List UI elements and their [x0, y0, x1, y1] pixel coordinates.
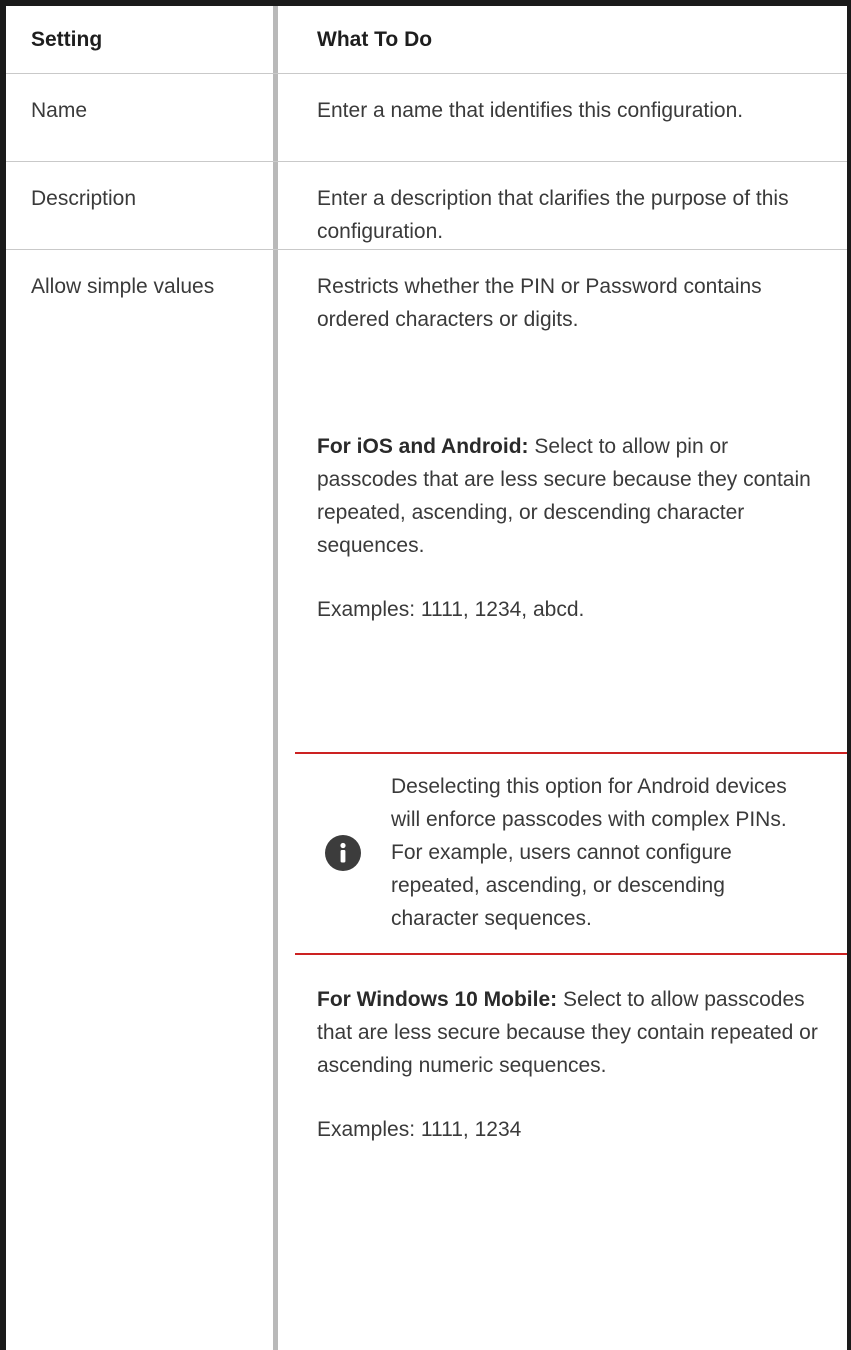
setting-allow-simple-values-description: Restricts whether the PIN or Password co…	[278, 250, 847, 1350]
allow-simple-values-intro: Restricts whether the PIN or Password co…	[317, 275, 762, 331]
ios-android-label: For iOS and Android:	[317, 435, 529, 458]
note-text: Deselecting this option for Android devi…	[391, 775, 787, 930]
setting-name-label: Name	[6, 74, 278, 161]
table-header-row: Setting What To Do	[6, 0, 847, 74]
setting-description-description: Enter a description that clarifies the p…	[317, 187, 789, 243]
windows-label: For Windows 10 Mobile:	[317, 988, 558, 1011]
setting-name-description: Enter a name that identifies this config…	[317, 99, 744, 122]
table-row: Name Enter a name that identifies this c…	[6, 74, 847, 162]
settings-table: Setting What To Do Name Enter a name tha…	[0, 0, 851, 1350]
setting-description-label: Description	[6, 162, 278, 249]
windows-paragraph: For Windows 10 Mobile: Select to allow p…	[317, 983, 825, 1082]
table-row: Allow simple values Restricts whether th…	[6, 250, 847, 1350]
info-icon	[325, 834, 361, 871]
ios-android-paragraph: For iOS and Android: Select to allow pin…	[317, 430, 825, 562]
examples-ios-android: Examples: 1111, 1234, abcd.	[317, 598, 585, 621]
info-note: Deselecting this option for Android devi…	[295, 752, 847, 955]
header-what-to-do: What To Do	[317, 28, 433, 51]
setting-allow-simple-values-label: Allow simple values	[6, 250, 278, 1350]
examples-windows: Examples: 1111, 1234	[317, 1118, 522, 1141]
header-setting: Setting	[6, 6, 278, 73]
table-row: Description Enter a description that cla…	[6, 162, 847, 250]
